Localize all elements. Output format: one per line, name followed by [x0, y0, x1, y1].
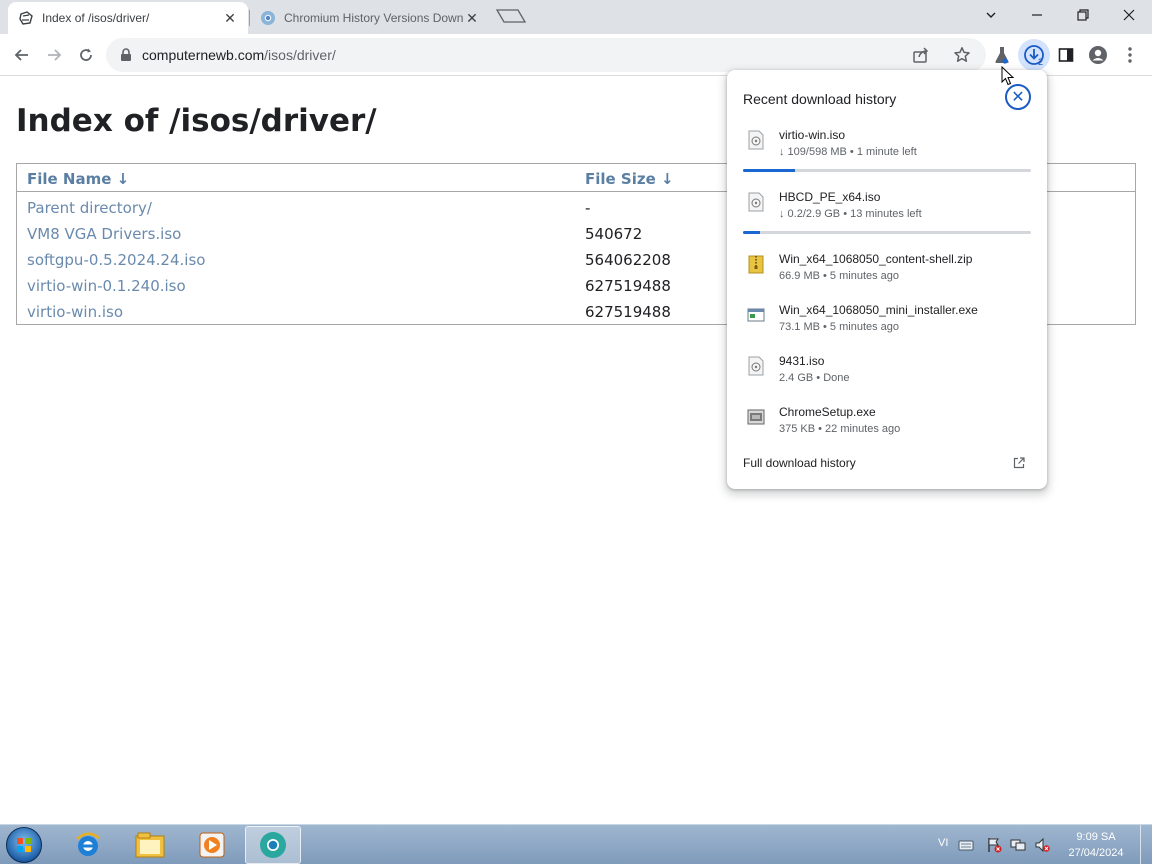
- chromium-logo-icon: [260, 10, 276, 26]
- mouse-cursor-icon: [1001, 65, 1015, 91]
- download-item[interactable]: 9431.iso 2.4 GB • Done: [743, 354, 1033, 400]
- tab-title: Chromium History Versions Downlo: [284, 11, 464, 25]
- progress-fill: [743, 169, 795, 172]
- tab-search-button[interactable]: [968, 0, 1014, 30]
- disc-file-icon: [747, 192, 765, 212]
- download-name: Win_x64_1068050_content-shell.zip: [779, 252, 973, 266]
- address-bar[interactable]: computernewb.com/isos/driver/: [106, 38, 986, 72]
- start-button[interactable]: [6, 827, 42, 863]
- page-title: Index of /isos/driver/: [16, 103, 377, 139]
- file-link[interactable]: virtio-win-0.1.240.iso: [27, 277, 186, 295]
- show-desktop-button[interactable]: [1140, 825, 1152, 864]
- download-item[interactable]: HBCD_PE_x64.iso ↓ 0.2/2.9 GB • 13 minute…: [743, 190, 1033, 236]
- progress-fill: [743, 231, 761, 234]
- profile-avatar-button[interactable]: [1082, 39, 1114, 71]
- tab-strip: Index of /isos/driver/ ✕ Chromium Histor…: [0, 0, 1152, 34]
- file-link[interactable]: virtio-win.iso: [27, 303, 123, 321]
- tab-index-isos-driver[interactable]: Index of /isos/driver/ ✕: [8, 2, 248, 34]
- reload-button[interactable]: [70, 39, 102, 71]
- back-button[interactable]: [6, 39, 38, 71]
- column-file-name[interactable]: File Name ↓: [27, 170, 129, 188]
- menu-kebab-icon[interactable]: [1114, 39, 1146, 71]
- tab-chromium-history[interactable]: Chromium History Versions Downlo ✕: [250, 2, 490, 34]
- globe-icon: [18, 10, 34, 26]
- download-name: ChromeSetup.exe: [779, 405, 876, 419]
- disc-file-icon: [747, 130, 765, 150]
- download-item[interactable]: virtio-win.iso ↓ 109/598 MB • 1 minute l…: [743, 128, 1033, 174]
- minimize-button[interactable]: [1014, 0, 1060, 30]
- download-status: 73.1 MB • 5 minutes ago: [779, 321, 900, 333]
- file-size: 540672: [585, 225, 643, 243]
- file-size: 627519488: [585, 277, 671, 295]
- keyboard-icon[interactable]: [958, 837, 974, 853]
- close-tab-icon[interactable]: ✕: [222, 10, 238, 26]
- open-external-icon[interactable]: [1013, 456, 1025, 474]
- bubble-title: Recent download history: [743, 91, 897, 107]
- internet-explorer-icon[interactable]: [60, 826, 116, 864]
- file-explorer-icon[interactable]: [122, 826, 178, 864]
- download-name: HBCD_PE_x64.iso: [779, 190, 881, 204]
- zip-file-icon: [747, 254, 765, 274]
- download-status: ↓ 0.2/2.9 GB • 13 minutes left: [779, 208, 922, 220]
- file-link[interactable]: Parent directory/: [27, 199, 152, 217]
- download-name: virtio-win.iso: [779, 128, 846, 142]
- download-name: 9431.iso: [779, 354, 825, 368]
- volume-muted-icon[interactable]: [1034, 837, 1050, 853]
- download-name: Win_x64_1068050_mini_installer.exe: [779, 303, 978, 317]
- disc-file-icon: [747, 356, 765, 376]
- file-size: 564062208: [585, 251, 671, 269]
- language-indicator[interactable]: VI: [938, 837, 948, 849]
- download-count-badge: 2: [1038, 57, 1044, 67]
- forward-button[interactable]: [38, 39, 70, 71]
- restore-button[interactable]: [1060, 0, 1106, 30]
- full-download-history-link[interactable]: Full download history: [743, 456, 856, 470]
- url-text[interactable]: computernewb.com/isos/driver/: [142, 47, 336, 63]
- url-host: computernewb.com: [142, 47, 265, 63]
- download-item[interactable]: Win_x64_1068050_mini_installer.exe 73.1 …: [743, 303, 1033, 349]
- clock-date: 27/04/2024: [1068, 847, 1124, 859]
- network-icon[interactable]: [1010, 837, 1026, 853]
- file-link[interactable]: softgpu-0.5.2024.24.iso: [27, 251, 205, 269]
- file-size: 627519488: [585, 303, 671, 321]
- share-icon[interactable]: [912, 46, 930, 69]
- side-panel-button[interactable]: [1050, 39, 1082, 71]
- download-item[interactable]: Win_x64_1068050_content-shell.zip 66.9 M…: [743, 252, 1033, 298]
- close-tab-icon[interactable]: ✕: [464, 10, 480, 26]
- download-progress-bar: [743, 231, 1031, 234]
- url-path: /isos/driver/: [264, 47, 336, 63]
- close-window-button[interactable]: [1106, 0, 1152, 30]
- file-size: -: [585, 199, 591, 217]
- download-status: 375 KB • 22 minutes ago: [779, 423, 901, 435]
- column-file-size[interactable]: File Size ↓: [585, 170, 674, 188]
- download-status: 66.9 MB • 5 minutes ago: [779, 270, 900, 282]
- exe-file-icon: [747, 305, 765, 325]
- downloads-button[interactable]: 2: [1018, 39, 1050, 71]
- download-history-bubble: Recent download history ✕ virtio-win.iso…: [727, 70, 1047, 489]
- media-player-icon[interactable]: [184, 826, 240, 864]
- download-status: ↓ 109/598 MB • 1 minute left: [779, 146, 917, 158]
- new-tab-button[interactable]: [495, 8, 527, 24]
- system-clock[interactable]: 9:09 SA 27/04/2024: [1062, 829, 1130, 861]
- clock-time: 9:09 SA: [1076, 831, 1116, 843]
- setup-file-icon: [747, 407, 765, 427]
- taskbar: VI 9:09 SA 27/04/2024: [0, 824, 1152, 864]
- chrome-taskbar-icon[interactable]: [245, 826, 301, 864]
- download-status: 2.4 GB • Done: [779, 372, 850, 384]
- file-link[interactable]: VM8 VGA Drivers.iso: [27, 225, 181, 243]
- bookmark-star-icon[interactable]: [953, 46, 971, 69]
- download-item[interactable]: ChromeSetup.exe 375 KB • 22 minutes ago: [743, 405, 1033, 451]
- tab-title: Index of /isos/driver/: [42, 11, 150, 25]
- lock-icon[interactable]: [120, 48, 132, 67]
- action-center-flag-icon[interactable]: [986, 837, 1002, 853]
- download-progress-bar: [743, 169, 1031, 172]
